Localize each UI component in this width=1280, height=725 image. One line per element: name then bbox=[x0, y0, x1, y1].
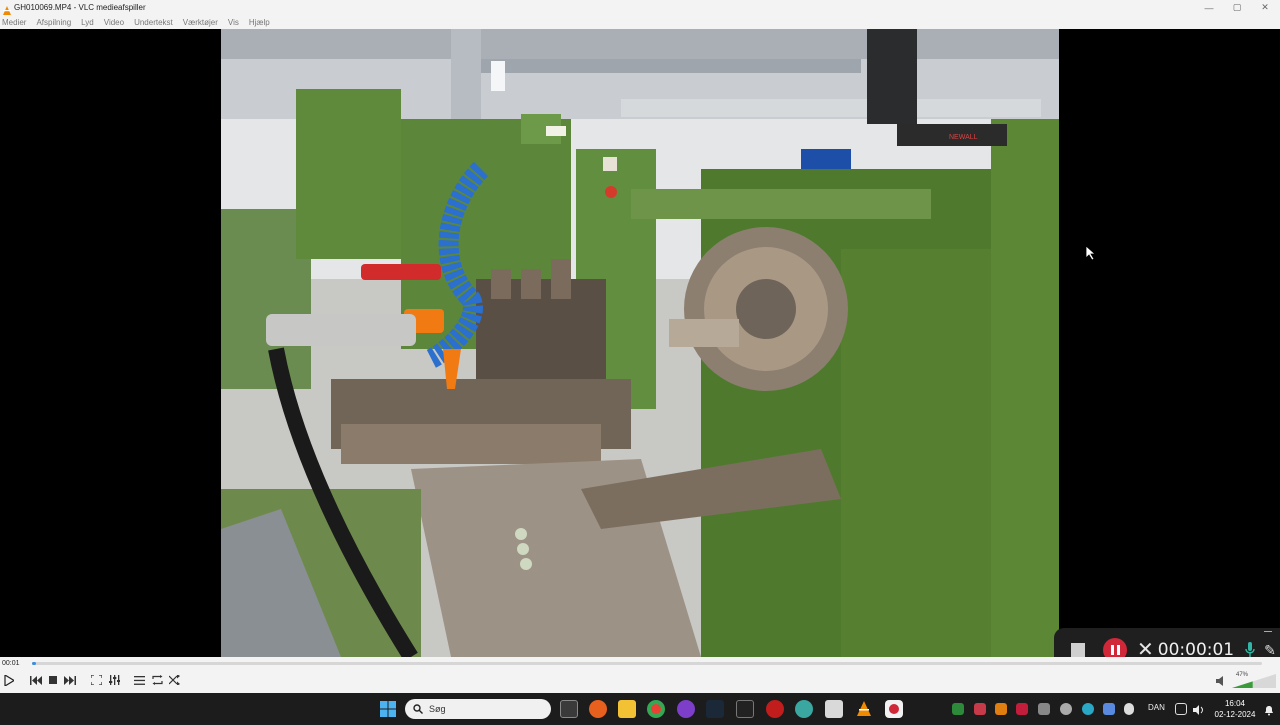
machine-brand-label: NEWALL bbox=[949, 134, 978, 141]
tray-app-icon[interactable] bbox=[952, 703, 964, 715]
annotate-pen-icon[interactable]: ✎ bbox=[1264, 642, 1276, 659]
elapsed-time: 00:01 bbox=[2, 660, 20, 667]
chrome-icon[interactable] bbox=[647, 700, 665, 718]
keyboard-language[interactable]: DAN bbox=[1148, 703, 1165, 712]
tray-recorder-icon[interactable] bbox=[974, 703, 986, 715]
speaker-icon bbox=[1216, 676, 1223, 686]
file-explorer-icon[interactable] bbox=[618, 700, 636, 718]
playlist-button[interactable] bbox=[132, 672, 146, 688]
menu-afspilning[interactable]: Afspilning bbox=[36, 18, 71, 27]
menu-bar: Medier Afspilning Lyd Video Undertekst V… bbox=[0, 15, 1280, 29]
volume-control[interactable]: 47% bbox=[1216, 672, 1276, 690]
tray-cloud-icon[interactable] bbox=[1060, 703, 1072, 715]
minimize-button[interactable]: — bbox=[1194, 0, 1224, 15]
vlc-window: GH010069.MP4 - VLC medieafspiller — ▢ ✕ … bbox=[0, 0, 1280, 725]
playlist-icon bbox=[133, 675, 145, 685]
play-icon bbox=[4, 674, 14, 686]
firefox-icon[interactable] bbox=[589, 700, 607, 718]
globe-app-icon[interactable] bbox=[795, 700, 813, 718]
shuffle-button[interactable] bbox=[167, 672, 181, 688]
title-bar: GH010069.MP4 - VLC medieafspiller — ▢ ✕ bbox=[0, 0, 1280, 16]
search-placeholder: Søg bbox=[429, 704, 446, 714]
fullscreen-button[interactable] bbox=[89, 672, 103, 688]
recorder-taskbar-icon[interactable] bbox=[885, 700, 903, 718]
taskbar-clock[interactable]: 16:04 02-12-2024 bbox=[1210, 698, 1260, 720]
seek-bar-fill bbox=[32, 662, 36, 665]
menu-vaerktoejer[interactable]: Værktøjer bbox=[183, 18, 218, 27]
seek-bar[interactable] bbox=[32, 662, 1262, 665]
video-frame[interactable]: NEWALL bbox=[221, 29, 1059, 657]
search-icon bbox=[413, 704, 423, 714]
stop-icon bbox=[49, 676, 57, 684]
menu-medier[interactable]: Medier bbox=[2, 18, 26, 27]
next-button[interactable] bbox=[63, 672, 77, 688]
menu-hjaelp[interactable]: Hjælp bbox=[249, 18, 270, 27]
recorder-minimize-button[interactable] bbox=[1264, 631, 1272, 632]
previous-icon bbox=[30, 675, 42, 685]
epic-games-icon[interactable] bbox=[736, 700, 754, 718]
volume-tray-icon[interactable] bbox=[1193, 703, 1205, 715]
menu-vis[interactable]: Vis bbox=[228, 18, 239, 27]
steam-icon[interactable] bbox=[706, 700, 724, 718]
menu-undertekst[interactable]: Undertekst bbox=[134, 18, 173, 27]
clock-time: 16:04 bbox=[1224, 699, 1246, 708]
menu-lyd[interactable]: Lyd bbox=[81, 18, 94, 27]
tray-vlc-icon[interactable] bbox=[995, 703, 1007, 715]
app-purple-icon[interactable] bbox=[677, 700, 695, 718]
extended-settings-button[interactable] bbox=[107, 672, 121, 688]
network-icon[interactable] bbox=[1175, 703, 1187, 715]
tray-bluetooth-icon[interactable] bbox=[1103, 703, 1115, 715]
clock-date: 02-12-2024 bbox=[1214, 710, 1256, 719]
close-button[interactable]: ✕ bbox=[1250, 0, 1280, 15]
volume-level: 47% bbox=[1236, 672, 1249, 678]
notifications-icon[interactable] bbox=[1263, 703, 1275, 716]
vlc-cone-icon bbox=[2, 3, 12, 16]
windows-start-icon[interactable] bbox=[380, 701, 396, 717]
tray-device-icon[interactable] bbox=[1038, 703, 1050, 715]
taskbar-search[interactable]: Søg bbox=[405, 699, 551, 719]
fullscreen-icon bbox=[90, 675, 102, 685]
play-button[interactable] bbox=[2, 672, 16, 688]
tray-network-app-icon[interactable] bbox=[1082, 703, 1094, 715]
task-view-icon[interactable] bbox=[560, 700, 578, 718]
mouse-cursor-icon bbox=[1086, 246, 1096, 260]
window-title: GH010069.MP4 - VLC medieafspiller bbox=[14, 3, 146, 12]
shuffle-icon bbox=[168, 675, 180, 685]
red-app-icon[interactable] bbox=[766, 700, 784, 718]
loop-icon bbox=[151, 675, 163, 685]
next-icon bbox=[64, 675, 76, 685]
lathe-workshop-scene: NEWALL bbox=[221, 29, 1059, 657]
equalizer-icon bbox=[108, 675, 120, 685]
tray-microphone-icon[interactable] bbox=[1124, 703, 1134, 715]
video-area[interactable]: NEWALL bbox=[0, 29, 1280, 657]
previous-button[interactable] bbox=[29, 672, 43, 688]
snipping-tool-icon[interactable] bbox=[825, 700, 843, 718]
recorder-stop-button[interactable] bbox=[1071, 643, 1085, 657]
loop-button[interactable] bbox=[150, 672, 164, 688]
tray-b-icon[interactable] bbox=[1016, 703, 1028, 715]
vlc-taskbar-icon[interactable] bbox=[855, 700, 873, 718]
stop-button[interactable] bbox=[46, 672, 60, 688]
maximize-button[interactable]: ▢ bbox=[1222, 0, 1252, 15]
menu-video[interactable]: Video bbox=[104, 18, 124, 27]
